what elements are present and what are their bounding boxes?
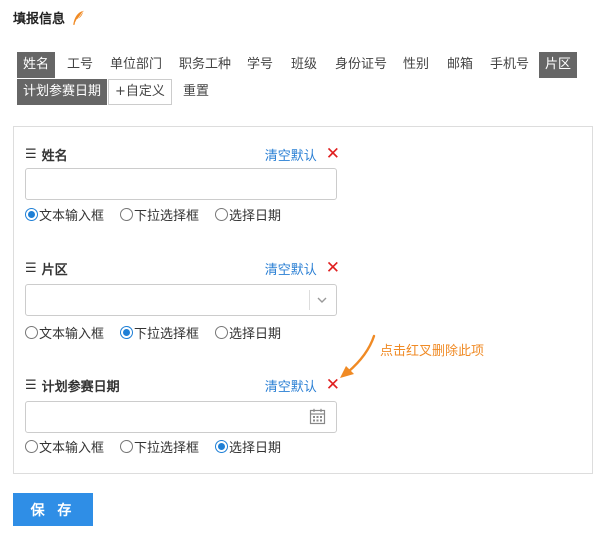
tag-department[interactable]: 单位部门 [104,52,168,78]
district-select[interactable] [25,284,337,316]
radio-checked-icon [215,439,229,453]
tag-name[interactable]: 姓名 [17,52,56,78]
radio-unchecked-icon [25,439,38,453]
name-text-input[interactable] [26,169,336,199]
radio-checked-icon [25,207,38,221]
radio-unchecked-icon [215,325,229,339]
field-header-name: ☰ 姓名 清空默认 ✕ [25,144,340,164]
tag-email[interactable]: 邮箱 [441,52,479,78]
input-type-radios-name: 文本输入框 下拉选择框 选择日期 [25,205,297,224]
radio-text-input[interactable]: 文本输入框 [25,205,104,224]
field-header-planned-date: ☰ 计划参赛日期 清空默认 ✕ [25,375,340,395]
radio-text-input[interactable]: 文本输入框 [25,323,104,342]
name-text-input-box [25,168,337,200]
input-type-radios-planned-date: 文本输入框 下拉选择框 选择日期 [25,437,297,456]
feather-icon [73,10,84,25]
annotation-arrow-icon [340,334,376,378]
radio-unchecked-icon [25,325,38,339]
radio-dropdown[interactable]: 下拉选择框 [120,323,199,342]
drag-handle-icon[interactable]: ☰ [25,378,37,393]
radio-dropdown[interactable]: 下拉选择框 [120,205,199,224]
tag-planned-date[interactable]: 计划参赛日期 [17,79,108,105]
tag-student-id[interactable]: 学号 [241,52,279,78]
radio-unchecked-icon [215,207,229,221]
page-title: 填报信息 [13,8,85,27]
clear-default-link[interactable]: 清空默认 [265,145,317,164]
tag-id-number[interactable]: 身份证号 [329,52,393,78]
field-label: 计划参赛日期 [41,379,120,395]
radio-date[interactable]: 选择日期 [215,323,281,342]
radio-unchecked-icon [120,439,134,453]
radio-text-input[interactable]: 文本输入框 [25,437,104,456]
date-input[interactable] [26,402,336,432]
radio-date[interactable]: 选择日期 [215,437,281,456]
drag-handle-icon[interactable]: ☰ [25,147,37,162]
delete-icon[interactable]: ✕ [326,258,340,278]
tag-class[interactable]: 班级 [285,52,323,78]
radio-dropdown[interactable]: 下拉选择框 [120,437,199,456]
tag-employee-id[interactable]: 工号 [61,52,99,78]
field-label: 姓名 [41,148,68,164]
tag-position[interactable]: 职务工种 [173,52,237,78]
field-header-district: ☰ 片区 清空默认 ✕ [25,258,340,278]
chevron-down-icon [317,297,327,303]
annotation-text: 点击红叉删除此项 [380,344,485,359]
input-type-radios-district: 文本输入框 下拉选择框 选择日期 [25,323,297,342]
radio-checked-icon [120,325,134,339]
page-title-text: 填报信息 [13,12,66,27]
field-config-panel: ☰ 姓名 清空默认 ✕ 文本输入框 下拉选择框 选择日期 ☰ 片区 清空默认 ✕… [13,126,593,474]
add-custom-button[interactable]: +自定义 [108,79,172,105]
clear-default-link[interactable]: 清空默认 [265,376,317,395]
drag-handle-icon[interactable]: ☰ [25,261,37,276]
clear-default-link[interactable]: 清空默认 [265,259,317,278]
save-button[interactable]: 保 存 [13,493,93,526]
radio-unchecked-icon [120,207,134,221]
field-label: 片区 [41,262,68,278]
calendar-icon[interactable] [309,408,326,425]
tag-district[interactable]: 片区 [539,52,578,78]
radio-date[interactable]: 选择日期 [215,205,281,224]
tag-gender[interactable]: 性别 [397,52,435,78]
delete-icon[interactable]: ✕ [326,144,340,164]
date-picker-box [25,401,337,433]
reset-button[interactable]: 重置 [177,79,215,105]
select-divider [309,290,310,310]
tag-phone[interactable]: 手机号 [484,52,535,78]
